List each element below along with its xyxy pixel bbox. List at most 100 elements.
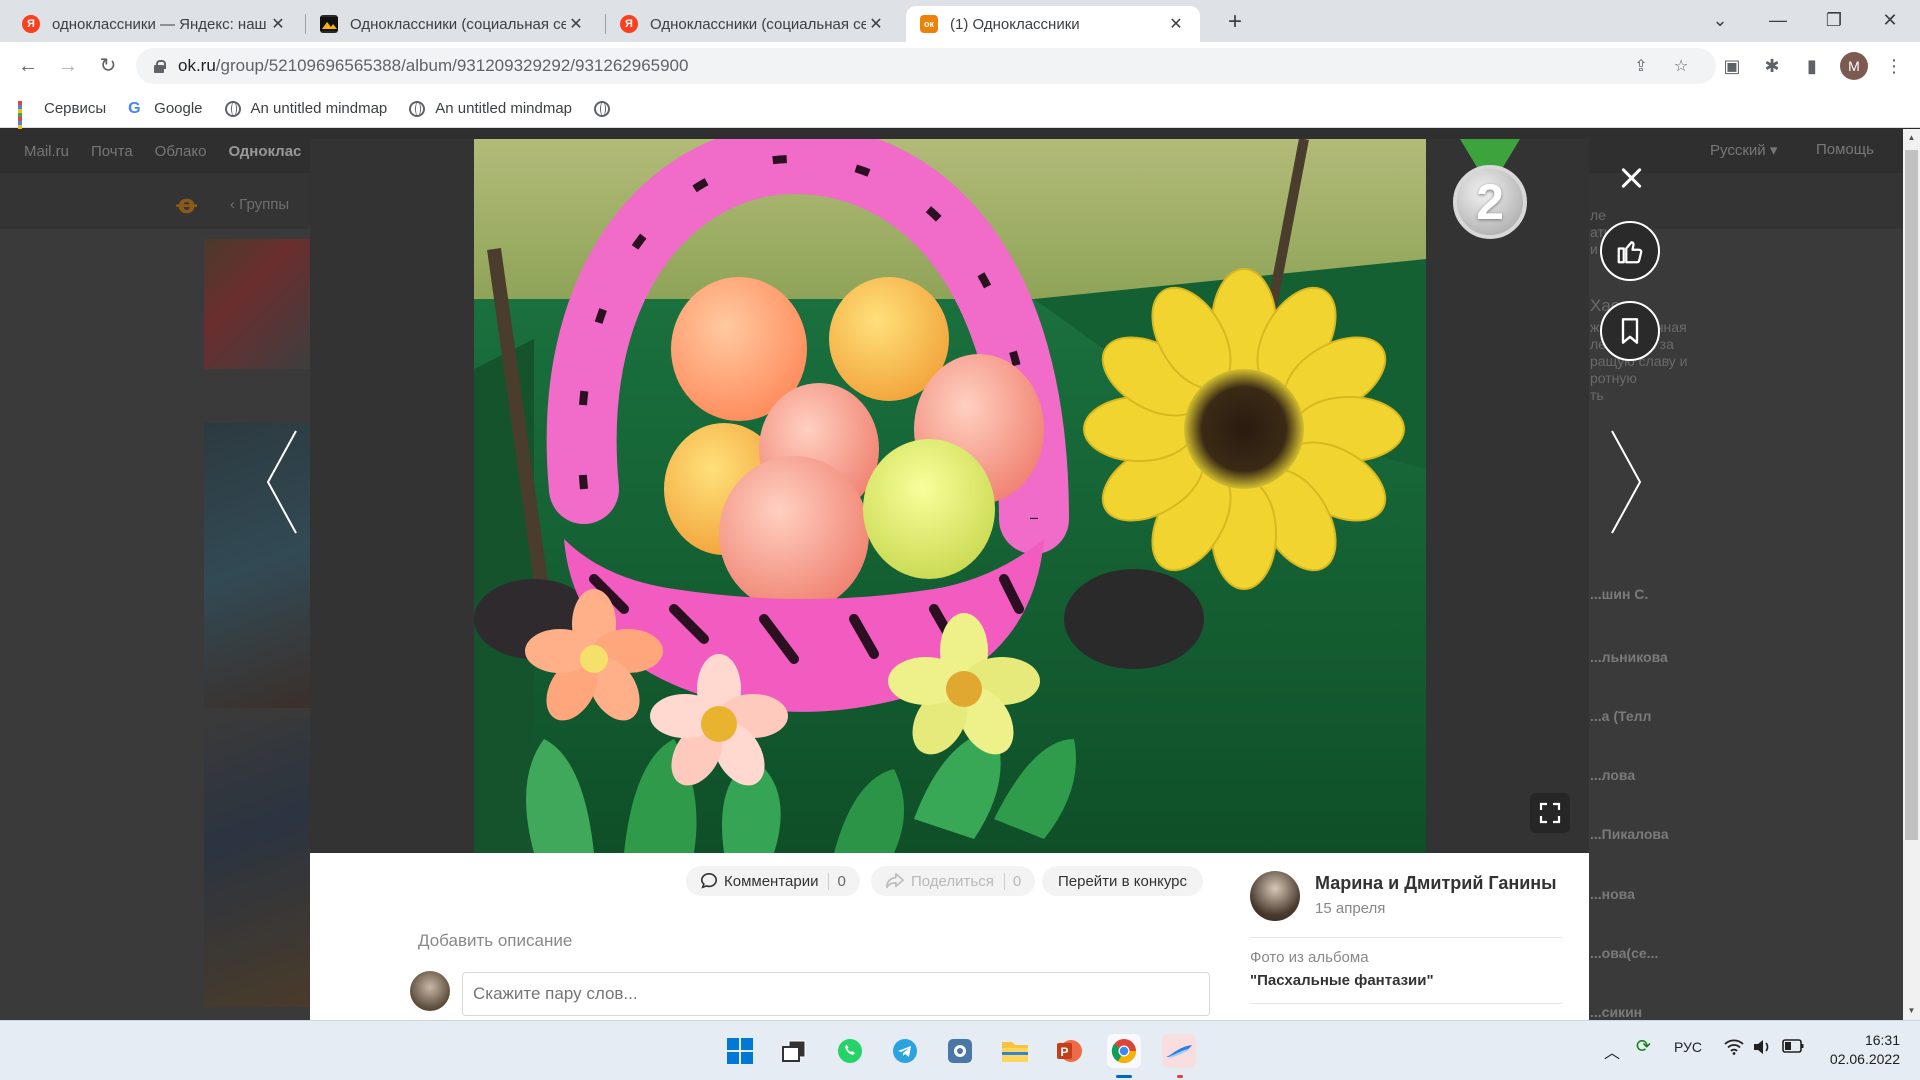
photo-date: 15 апреля (1315, 900, 1386, 917)
show-hidden-icons-icon[interactable]: ︿ (1604, 1039, 1620, 1063)
input-language[interactable]: РУС (1674, 1039, 1702, 1055)
system-clock[interactable]: 16:31 02.06.2022 (1820, 1031, 1900, 1069)
whatsapp-icon[interactable] (833, 1034, 867, 1068)
tab-search-icon[interactable]: ⌄ (1692, 0, 1748, 40)
like-button[interactable] (1600, 221, 1660, 281)
ok-logo-icon[interactable]: ꝋ (176, 189, 198, 219)
fullscreen-button[interactable] (1530, 793, 1570, 833)
close-tab-icon[interactable]: ✕ (866, 14, 886, 34)
close-tab-icon[interactable]: ✕ (566, 14, 586, 34)
comment-input[interactable] (462, 972, 1210, 1016)
member-name[interactable]: ...лова (1590, 767, 1635, 783)
album-thumbnail[interactable] (204, 719, 310, 1007)
album-thumbnail[interactable] (204, 239, 310, 369)
member-name[interactable]: ...сикин (1590, 1004, 1642, 1020)
svg-text:P: P (1060, 1045, 1068, 1059)
member-name[interactable]: ...а (Телл (1590, 708, 1651, 724)
restore-icon[interactable]: ❐ (1806, 0, 1862, 40)
tab-title: одноклассники — Яндекс: наш (52, 15, 267, 33)
back-icon[interactable]: ← (14, 52, 42, 80)
yandex-icon: Я (22, 15, 40, 33)
groups-link[interactable]: ‹ Группы (230, 196, 289, 213)
powerpoint-icon[interactable]: P (1052, 1034, 1086, 1068)
extensions-icon[interactable]: ✱ (1758, 52, 1786, 80)
close-tab-icon[interactable]: ✕ (1166, 14, 1186, 34)
menu-kebab-icon[interactable]: ⋮ (1880, 52, 1908, 80)
photo-stage: 2 (266, 139, 1660, 853)
volume-icon[interactable] (1752, 1039, 1772, 1058)
cast-icon[interactable]: ▣ (1718, 52, 1746, 80)
telegram-icon[interactable] (888, 1034, 922, 1068)
member-name[interactable]: ...льникова (1590, 649, 1668, 665)
vk-app-icon[interactable] (943, 1034, 977, 1068)
task-view-icon[interactable] (777, 1034, 811, 1068)
topnav-cloud[interactable]: Облако (155, 143, 207, 160)
battery-icon[interactable] (1782, 1039, 1804, 1056)
globe-icon (224, 100, 241, 117)
topnav-mail[interactable]: Почта (91, 143, 133, 160)
sync-icon[interactable]: ⟳ (1636, 1036, 1651, 1057)
member-name[interactable]: ...шин С. (1590, 586, 1648, 602)
thumbs-up-icon (1617, 241, 1643, 264)
scrollbar-thumb[interactable] (1905, 150, 1918, 840)
browser-tab-1[interactable]: Я одноклассники — Яндекс: наш ✕ (8, 6, 302, 42)
comment-bubble-icon (700, 872, 718, 889)
scroll-down-icon[interactable]: ▼ (1905, 1004, 1918, 1018)
close-viewer-icon[interactable] (1616, 163, 1646, 193)
file-explorer-icon[interactable] (998, 1034, 1032, 1068)
address-bar[interactable]: ok.ru/group/52109696565388/album/9312093… (136, 48, 1716, 84)
next-photo-icon[interactable] (1606, 427, 1646, 537)
bookmark-button[interactable] (1600, 301, 1660, 361)
photo-illustration (474, 139, 1426, 853)
apps-grid-icon (18, 100, 34, 137)
bookmarks-bar: Сервисы G Google An untitled mindmap An … (0, 90, 1920, 137)
my-avatar (410, 971, 450, 1011)
tab-title: Одноклассники (социальная се (350, 15, 566, 33)
close-window-icon[interactable]: ✕ (1862, 0, 1918, 40)
add-description-link[interactable]: Добавить описание (418, 931, 572, 951)
wifi-icon[interactable] (1724, 1039, 1744, 1058)
member-name[interactable]: ...ова(се... (1590, 945, 1658, 961)
share-page-icon[interactable]: ⇪ (1630, 56, 1652, 76)
author-avatar[interactable] (1250, 871, 1300, 921)
info-divider (1250, 1003, 1562, 1004)
info-divider (1250, 937, 1562, 938)
previous-photo-icon[interactable] (262, 427, 302, 537)
browser-tab-4-active[interactable]: ок (1) Одноклассники ✕ (906, 6, 1200, 42)
member-name[interactable]: ...Пикалова (1590, 826, 1669, 842)
new-tab-button[interactable]: + (1220, 8, 1250, 38)
bookmark-apps[interactable]: Сервисы (18, 100, 106, 137)
minimize-icon[interactable]: — (1750, 0, 1806, 40)
topnav-ok[interactable]: Одноклас (228, 143, 301, 160)
browser-tab-2[interactable]: Одноклассники (социальная се ✕ (306, 6, 600, 42)
chrome-icon[interactable] (1107, 1034, 1141, 1068)
photo-info-panel: Комментарии 0 Поделиться 0 Перейти в кон… (310, 853, 1589, 1020)
profile-avatar[interactable]: M (1840, 52, 1868, 80)
comments-button[interactable]: Комментарии 0 (686, 866, 860, 896)
browser-tab-3[interactable]: Я Одноклассники (социальная се ✕ (606, 6, 900, 42)
close-tab-icon[interactable]: ✕ (268, 14, 288, 34)
bookmark-mindmap-2[interactable]: An untitled mindmap (409, 100, 572, 117)
share-button[interactable]: Поделиться 0 (871, 866, 1036, 896)
author-name[interactable]: Марина и Дмитрий Ганины (1315, 873, 1557, 894)
language-selector[interactable]: Русский ▾ (1710, 141, 1777, 159)
scroll-up-icon[interactable]: ▲ (1905, 131, 1918, 145)
go-to-contest-button[interactable]: Перейти в конкурс (1042, 866, 1204, 896)
browser-toolbar: ← → ↻ ok.ru/group/52109696565388/album/9… (0, 42, 1920, 90)
photo-image[interactable] (474, 139, 1426, 853)
windows-start-icon[interactable] (723, 1034, 757, 1068)
cloud-app-icon[interactable] (1162, 1034, 1196, 1068)
bookmark-mindmap-1[interactable]: An untitled mindmap (224, 100, 387, 117)
reload-icon[interactable]: ↻ (94, 52, 122, 80)
member-name[interactable]: ...нова (1590, 886, 1635, 902)
topnav-mailru[interactable]: Mail.ru (24, 143, 69, 160)
bookmark-google[interactable]: G Google (128, 100, 202, 117)
globe-icon (409, 100, 426, 117)
lock-icon[interactable] (152, 59, 166, 73)
forward-icon[interactable]: → (54, 52, 82, 80)
bookmark-globe[interactable] (594, 100, 620, 117)
bookmark-star-icon[interactable]: ☆ (1670, 56, 1692, 76)
album-link[interactable]: "Пасхальные фантазии" (1250, 972, 1434, 989)
help-link[interactable]: Помощь (1816, 141, 1874, 158)
side-panel-icon[interactable]: ▮ (1798, 52, 1826, 80)
